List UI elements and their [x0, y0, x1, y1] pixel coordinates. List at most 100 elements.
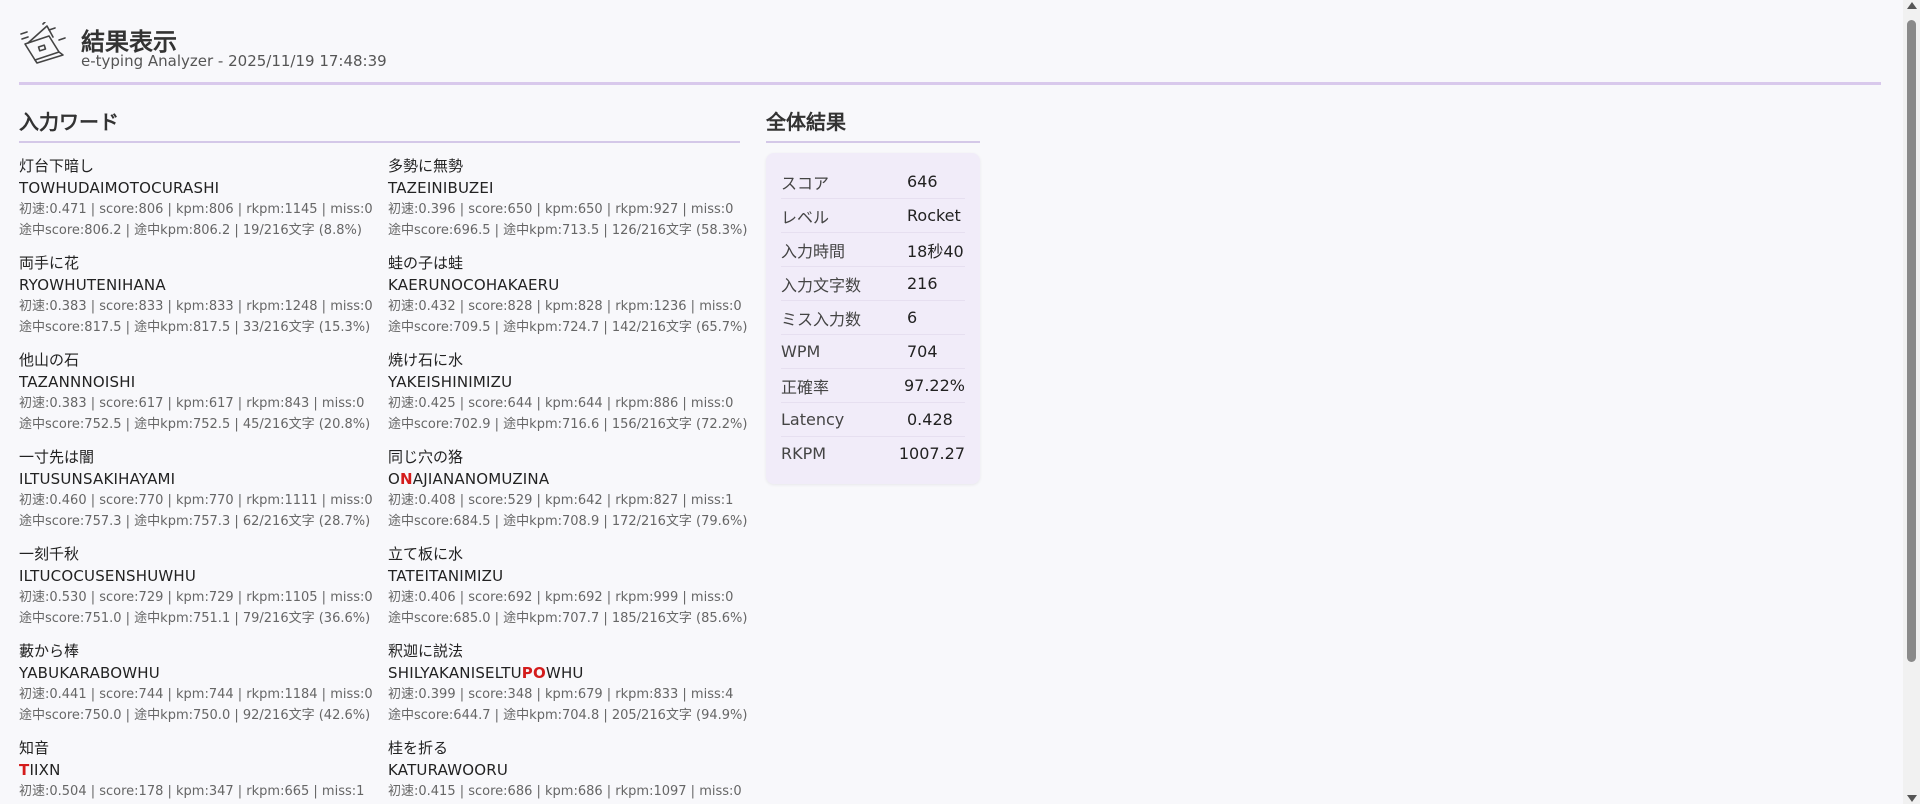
word-japanese: 立て板に水 — [388, 545, 464, 563]
summary-value: 704 — [907, 342, 938, 361]
summary-row: スコア 646 — [781, 165, 965, 199]
word-item: 灯台下暗し TOWHUDAIMOTOCURASHI 初速:0.471 | score… — [19, 155, 388, 252]
word-item: 釈迦に説法 SHILYAKANISELTUPOWHU 初速:0.399 | scor… — [388, 640, 748, 737]
word-stats-progress: 途中score:644.7 | 途中kpm:704.8 | 205/216文字 … — [388, 708, 748, 723]
romaji-segment: RYOWHUTENIHANA — [19, 276, 166, 294]
vertical-scrollbar[interactable] — [1903, 0, 1920, 804]
words-section: 入力ワード 灯台下暗し TOWHUDAIMOTOCURASHI 初速:0.471 |… — [19, 106, 748, 804]
word-stats-primary: 初速:0.383 | score:833 | kpm:833 | rkpm:12… — [19, 299, 373, 314]
summary-value: 97.22% — [903, 376, 965, 395]
words-section-title: 入力ワード — [19, 106, 740, 143]
romaji-segment: TATEITANIMIZU — [388, 567, 504, 585]
summary-value: 18秒40 — [907, 241, 964, 261]
summary-row: Latency 0.428 — [781, 403, 965, 437]
word-stats-primary: 初速:0.530 | score:729 | kpm:729 | rkpm:11… — [19, 590, 373, 605]
word-item: 同じ穴の狢 ONAJIANANOMUZINA 初速:0.408 | score:52… — [388, 446, 747, 543]
word-romaji: SHILYAKANISELTUPOWHU — [388, 662, 740, 684]
summary-row: RKPM 1007.27 — [781, 437, 965, 470]
words-grid: 灯台下暗し TOWHUDAIMOTOCURASHI 初速:0.471 | score… — [19, 155, 748, 804]
romaji-segment: ILTUCOCUSENSHUWHU — [19, 567, 197, 585]
summary-label: Latency — [781, 410, 845, 429]
word-romaji: ONAJIANANOMUZINA — [388, 468, 740, 490]
scroll-up-arrow-icon[interactable] — [1907, 2, 1917, 9]
word-romaji: TAZANNNOISHI — [19, 371, 388, 393]
word-item: 一寸先は闇 ILTUSUNSAKIHAYAMI 初速:0.460 | score:7… — [19, 446, 388, 543]
summary-value: 646 — [907, 172, 938, 191]
summary-section: 全体結果 スコア 646 レベル Rocket 入力時間 18秒40 入力文字数 216 ミス入… — [766, 106, 980, 484]
word-item: 両手に花 RYOWHUTENIHANA 初速:0.383 | score:833 |… — [19, 252, 388, 349]
romaji-segment: TOWHUDAIMOTOCURASHI — [19, 179, 220, 197]
word-item: 焼け石に水 YAKEISHINIMIZU 初速:0.425 | score:644 … — [388, 349, 748, 446]
summary-value: 6 — [907, 308, 918, 327]
word-japanese: 釈迦に説法 — [388, 642, 464, 660]
romaji-segment: WHU — [545, 664, 584, 682]
word-stats-progress: 途中score:696.5 | 途中kpm:713.5 | 126/216文字 … — [388, 223, 748, 238]
page-header: 結果表示 e-typing Analyzer - 2025/11/19 17:4… — [19, 18, 1881, 80]
word-item: 立て板に水 TATEITANIMIZU 初速:0.406 | score:692 |… — [388, 543, 747, 640]
summary-value: Rocket — [907, 206, 961, 225]
word-japanese: 蛙の子は蛙 — [388, 254, 464, 272]
romaji-segment: YABUKARABOWHU — [19, 664, 160, 682]
summary-label: WPM — [781, 342, 821, 361]
word-item: 藪から棒 YABUKARABOWHU 初速:0.441 | score:744 | … — [19, 640, 388, 737]
romaji-segment: IIXN — [29, 761, 61, 779]
romaji-segment: KATURAWOORU — [388, 761, 509, 779]
romaji-miss-segment: PO — [521, 664, 546, 682]
word-item: 他山の石 TAZANNNOISHI 初速:0.383 | score:617 | k… — [19, 349, 388, 446]
summary-card: スコア 646 レベル Rocket 入力時間 18秒40 入力文字数 216 ミス入力数 6 WP… — [766, 153, 980, 484]
summary-value: 216 — [907, 274, 938, 293]
summary-row: 正確率 97.22% — [781, 369, 965, 403]
word-stats-primary: 初速:0.504 | score:178 | kpm:347 | rkpm:66… — [19, 784, 365, 799]
result-page: 結果表示 e-typing Analyzer - 2025/11/19 17:4… — [19, 0, 1881, 804]
word-japanese: 一寸先は闇 — [19, 448, 95, 466]
word-japanese: 焼け石に水 — [388, 351, 464, 369]
romaji-segment: SHILYAKANISELTU — [388, 664, 522, 682]
page-subtitle: e-typing Analyzer - 2025/11/19 17:48:39 — [81, 52, 387, 70]
summary-value: 0.428 — [907, 410, 953, 429]
word-japanese: 桂を折る — [388, 739, 449, 757]
romaji-segment: KAERUNOCOHAKAERU — [388, 276, 560, 294]
summary-row: ミス入力数 6 — [781, 301, 965, 335]
summary-label: 入力時間 — [781, 241, 846, 261]
word-stats-primary: 初速:0.415 | score:686 | kpm:686 | rkpm:10… — [388, 784, 742, 799]
word-stats-primary: 初速:0.460 | score:770 | kpm:770 | rkpm:11… — [19, 493, 373, 508]
summary-section-title: 全体結果 — [766, 106, 980, 143]
summary-label: レベル — [781, 207, 830, 227]
word-item: 蛙の子は蛙 KAERUNOCOHAKAERU 初速:0.432 | score:82… — [388, 252, 747, 349]
word-romaji: TATEITANIMIZU — [388, 565, 740, 587]
summary-row: WPM 704 — [781, 335, 965, 369]
romaji-miss-segment: N — [400, 470, 413, 488]
word-japanese: 灯台下暗し — [19, 157, 95, 175]
word-stats-progress: 途中score:806.2 | 途中kpm:806.2 | 19/216文字 (… — [19, 223, 362, 238]
word-stats-progress: 途中score:752.5 | 途中kpm:752.5 | 45/216文字 (… — [19, 417, 371, 432]
word-item: 知音 TIIXN 初速:0.504 | score:178 | kpm:347 | … — [19, 737, 388, 804]
word-stats-progress: 途中score:750.0 | 途中kpm:750.0 | 92/216文字 (… — [19, 708, 371, 723]
word-japanese: 両手に花 — [19, 254, 80, 272]
word-stats-primary: 初速:0.432 | score:828 | kpm:828 | rkpm:12… — [388, 299, 742, 314]
romaji-segment: AJIANANOMUZINA — [412, 470, 550, 488]
word-japanese: 知音 — [19, 739, 50, 757]
romaji-miss-segment: T — [19, 761, 30, 779]
summary-label: 入力文字数 — [781, 275, 862, 295]
word-item: 桂を折る KATURAWOORU 初速:0.415 | score:686 | kp… — [388, 737, 742, 804]
summary-value: 1007.27 — [898, 444, 965, 463]
word-stats-primary: 初速:0.383 | score:617 | kpm:617 | rkpm:84… — [19, 396, 365, 411]
summary-label: ミス入力数 — [781, 309, 862, 329]
word-japanese: 他山の石 — [19, 351, 80, 369]
laptop-sketch-icon — [20, 22, 66, 64]
word-japanese: 多勢に無勢 — [388, 157, 464, 175]
summary-label: 正確率 — [781, 377, 830, 397]
word-romaji: ILTUSUNSAKIHAYAMI — [19, 468, 388, 490]
word-romaji: YABUKARABOWHU — [19, 662, 388, 684]
word-romaji: YAKEISHINIMIZU — [388, 371, 740, 393]
summary-row: 入力文字数 216 — [781, 267, 965, 301]
scroll-down-arrow-icon[interactable] — [1907, 795, 1917, 802]
scroll-thumb[interactable] — [1907, 20, 1916, 662]
word-stats-progress: 途中score:702.9 | 途中kpm:716.6 | 156/216文字 … — [388, 417, 748, 432]
word-romaji: TOWHUDAIMOTOCURASHI — [19, 177, 388, 199]
word-item: 一刻千秋 ILTUCOCUSENSHUWHU 初速:0.530 | score:72… — [19, 543, 388, 640]
word-stats-progress: 途中score:817.5 | 途中kpm:817.5 | 33/216文字 (… — [19, 320, 371, 335]
word-stats-primary: 初速:0.425 | score:644 | kpm:644 | rkpm:88… — [388, 396, 734, 411]
word-japanese: 同じ穴の狢 — [388, 448, 464, 466]
romaji-segment: ILTUSUNSAKIHAYAMI — [19, 470, 176, 488]
